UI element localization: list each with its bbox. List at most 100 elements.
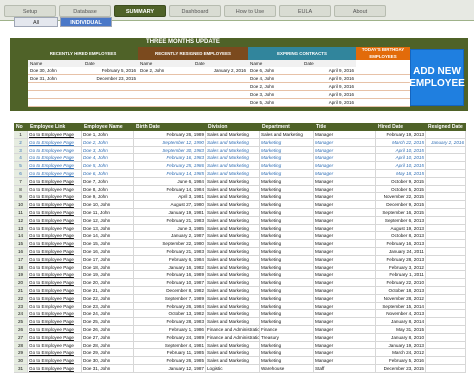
employee-page-link[interactable]: Go to Employee Page [28,170,82,178]
employee-page-link[interactable]: Go to Employee Page [28,138,82,147]
tab-summary[interactable]: SUMMARY [114,5,166,17]
cell-title: Manager [314,279,376,287]
column-header[interactable]: Title [314,123,376,131]
employee-page-link[interactable]: Go to Employee Page [28,310,82,319]
employee-page-link[interactable]: Go to Employee Page [28,279,82,287]
cell-hired: February 16, 2013 [376,240,426,248]
cell-div: Sales and Marketing [206,170,260,178]
employee-page-link[interactable]: Go to Employee Page [28,326,82,334]
column-header[interactable]: Division [206,123,260,131]
employee-page-link[interactable]: Go to Employee Page [28,193,82,202]
employee-page-link[interactable]: Go to Employee Page [28,162,82,170]
cell-dept: Marketing [260,255,314,264]
cell-birth: February 16, 1983 [134,154,206,163]
employee-page-link[interactable]: Go to Employee Page [28,318,82,326]
cell-title: Manager [314,271,376,280]
contracts-date-cell: April 9, 2016 [302,91,356,99]
cell-hired: February 28, 2013 [376,255,426,264]
employee-page-link[interactable]: Go to Employee Page [28,341,82,350]
employee-page-link[interactable]: Go to Employee Page [28,216,82,225]
column-header[interactable]: Birth Date [134,123,206,131]
cell-div: Sales and Marketing [206,131,260,139]
employee-page-link[interactable]: Go to Employee Page [28,177,82,186]
employee-page-link[interactable]: Go to Employee Page [28,146,82,155]
resigned-name-cell: Doe 2, John [138,67,193,75]
cell-birth: January 12, 1987 [134,365,206,373]
contracts-name-cell: Doe 4, John [248,75,302,83]
employee-page-link[interactable]: Go to Employee Page [28,263,82,272]
cell-div: Sales and Marketing [206,232,260,241]
employee-page-link[interactable]: Go to Employee Page [28,287,82,295]
todays-birthday-header: TODAY'S BIRTHDAY EMPLOYEES [356,47,410,60]
add-new-employee-button[interactable]: ADD NEW EMPLOYEE [409,49,465,106]
employee-page-link[interactable]: Go to Employee Page [28,271,82,280]
cell-name: Doe 7, John [82,177,134,186]
cell-no: 22 [14,294,28,303]
employee-page-link[interactable]: Go to Employee Page [28,255,82,264]
tab-setup[interactable]: Setup [4,5,56,17]
cell-hired: April 10, 2015 [376,162,426,170]
cell-no: 5 [14,162,28,170]
cell-title: Manager [314,357,376,365]
employee-page-link[interactable]: Go to Employee Page [28,131,82,139]
tab-eula[interactable]: EULA [279,5,331,17]
contracts-name-cell: Doe 2, John [248,83,302,91]
tab-database[interactable]: Database [59,5,111,17]
cell-dept: Marketing [260,341,314,350]
employee-page-link[interactable]: Go to Employee Page [28,248,82,256]
cell-name: Doe 15, John [82,240,134,248]
column-header[interactable]: No [14,123,28,131]
column-header[interactable]: Employee Link [28,123,82,131]
cell-hired: October 8, 2013 [376,232,426,241]
employee-page-link[interactable]: Go to Employee Page [28,209,82,217]
employee-page-link[interactable]: Go to Employee Page [28,232,82,241]
cell-no: 8 [14,185,28,194]
cell-dept: Marketing [260,216,314,225]
employee-page-link[interactable]: Go to Employee Page [28,185,82,194]
employee-page-link[interactable]: Go to Employee Page [28,294,82,303]
hired-date-cell [83,91,138,99]
employee-page-link[interactable]: Go to Employee Page [28,240,82,248]
cell-dept: Marketing [260,209,314,217]
employee-page-link[interactable]: Go to Employee Page [28,201,82,209]
cell-no: 30 [14,357,28,365]
cell-no: 15 [14,240,28,248]
cell-div: Sales and Marketing [206,318,260,326]
cell-name: Doe 29, John [82,349,134,358]
employee-page-link[interactable]: Go to Employee Page [28,365,82,373]
employee-page-link[interactable]: Go to Employee Page [28,154,82,163]
cell-birth: February 21, 1983 [134,216,206,225]
employee-page-link[interactable]: Go to Employee Page [28,302,82,311]
cell-resigned [426,185,466,194]
three-months-update-panel: THREE MONTHS UPDATE RECENTLY HIRED EMPLO… [10,38,468,111]
cell-title: Manager [314,326,376,334]
cell-dept: Marketing [260,138,314,147]
cell-dept: Marketing [260,318,314,326]
column-header[interactable]: Employee Name [82,123,134,131]
column-header[interactable]: Resigned Date [426,123,466,131]
all-button[interactable]: All [14,17,58,27]
column-header[interactable]: Department [260,123,314,131]
contracts-date-header: Date [302,60,356,67]
employee-page-link[interactable]: Go to Employee Page [28,224,82,233]
cell-dept: Marketing [260,248,314,256]
cell-div: Logistic [206,365,260,373]
cell-birth: February 10, 1987 [134,279,206,287]
cell-title: Manager [314,333,376,342]
cell-title: Manager [314,138,376,147]
employee-page-link[interactable]: Go to Employee Page [28,333,82,342]
cell-resigned [426,349,466,358]
tab-how-to-use[interactable]: How to Use [224,5,276,17]
hired-date-cell [83,83,138,91]
tab-dashboard[interactable]: Dashboard [169,5,221,17]
cell-name: Doe 23, John [82,302,134,311]
employee-page-link[interactable]: Go to Employee Page [28,349,82,358]
individual-button[interactable]: INDIVIDUAL [60,17,112,27]
resigned-date-header: Date [193,60,248,67]
cell-no: 9 [14,193,28,202]
tab-about[interactable]: About [334,5,386,17]
cell-birth: June 6, 1984 [134,177,206,186]
cell-div: Sales and Marketing [206,138,260,147]
column-header[interactable]: Hired Date [376,123,426,131]
employee-page-link[interactable]: Go to Employee Page [28,357,82,365]
